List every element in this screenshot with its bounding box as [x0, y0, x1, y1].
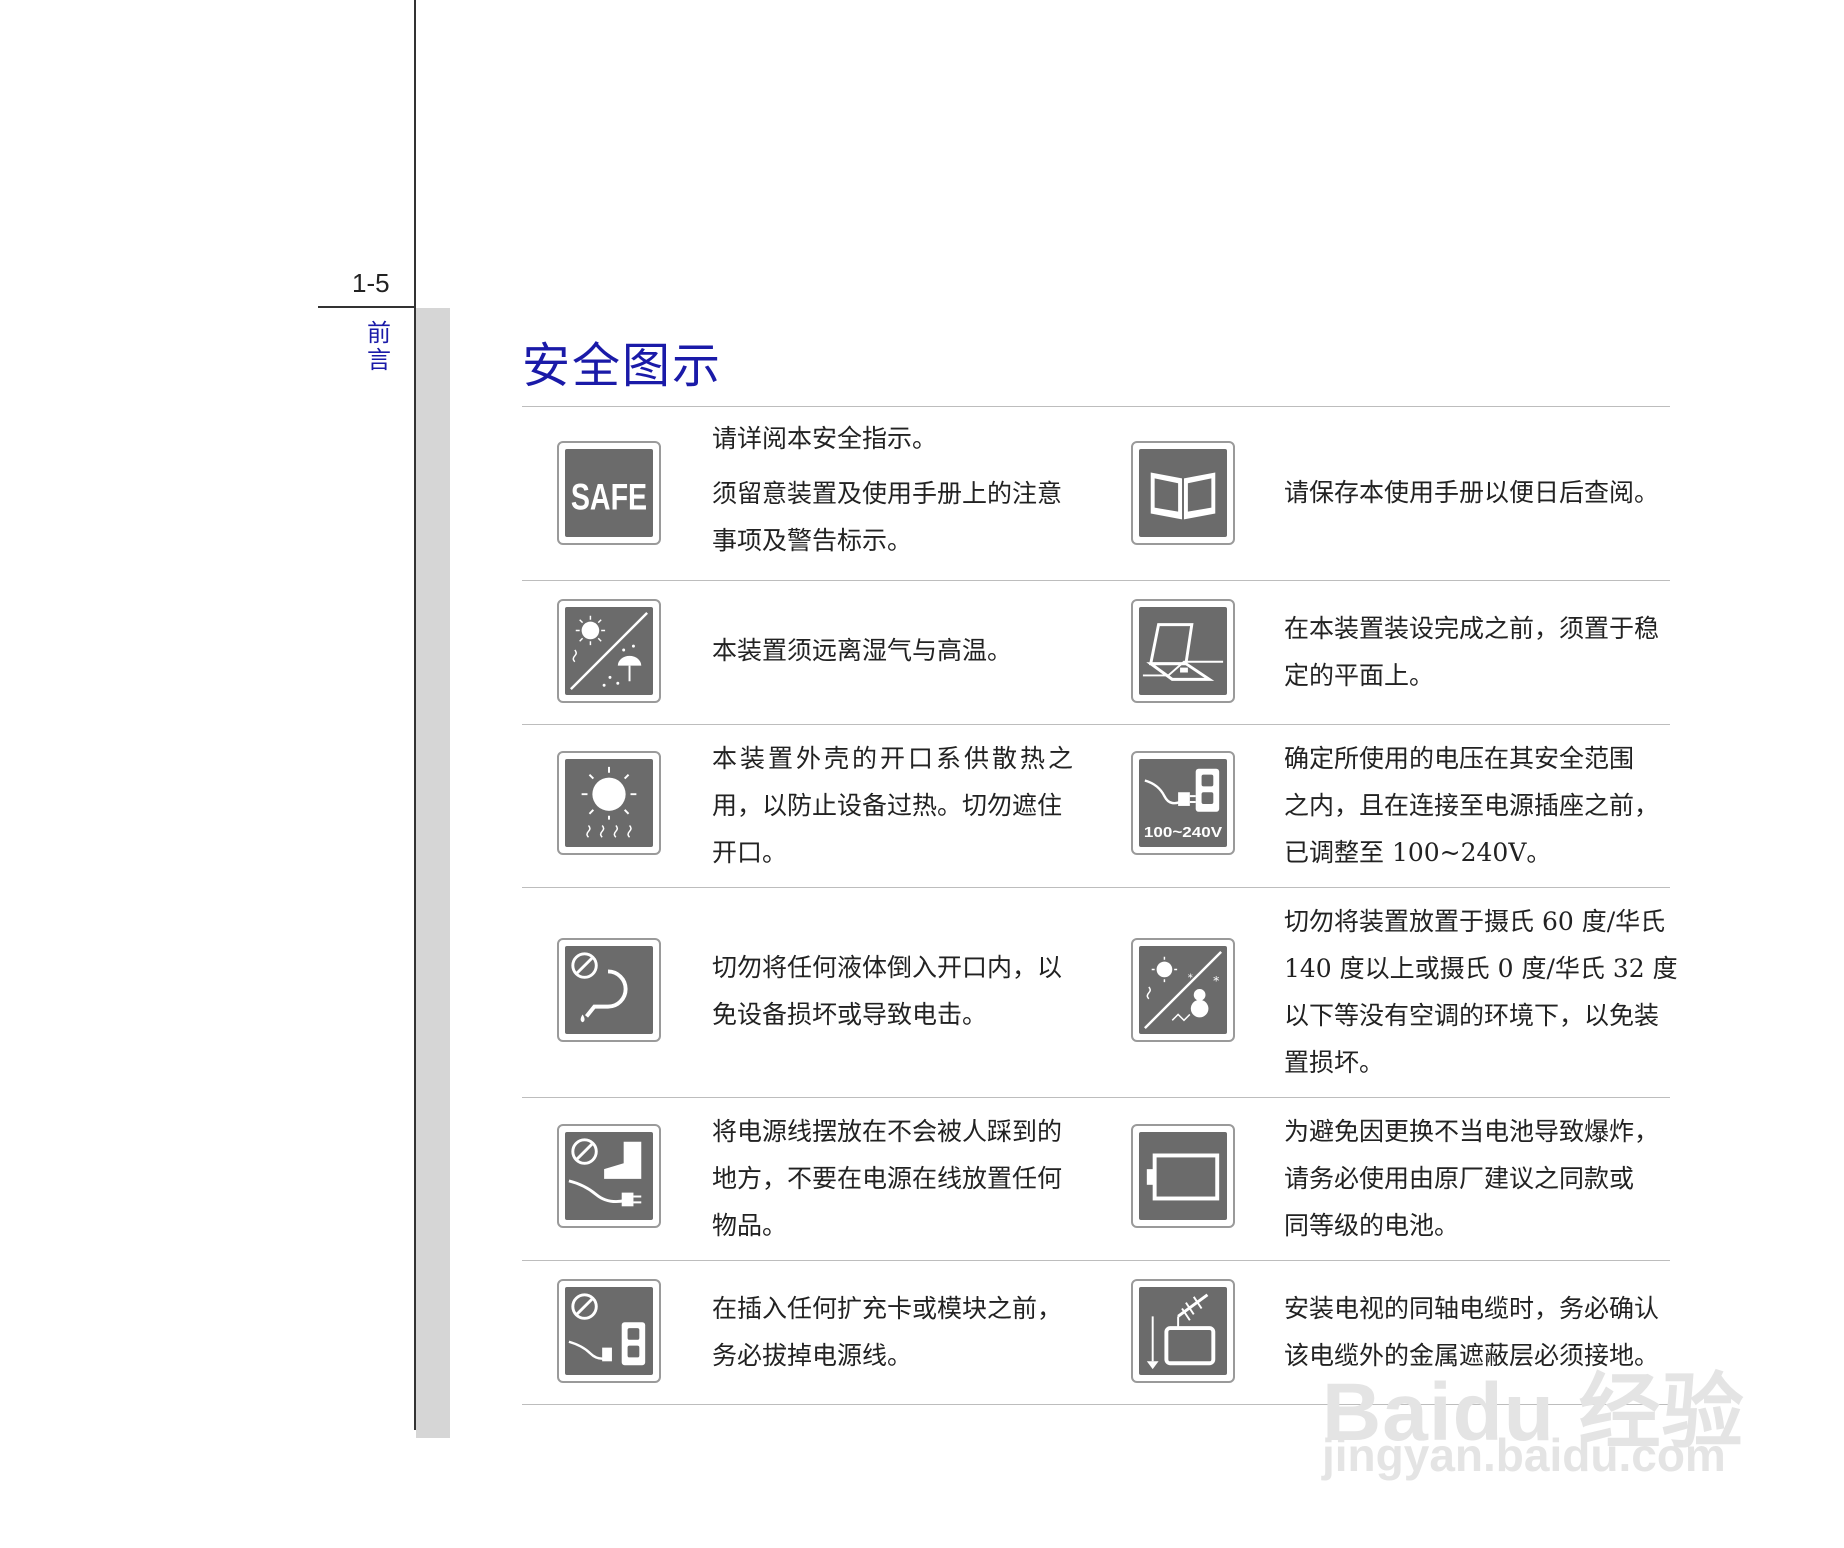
text-line: 请务必使用由原厂建议之同款或: [1284, 1164, 1635, 1193]
text-line: 确定所使用的电压在其安全范围: [1284, 744, 1635, 773]
safety-text: 切勿将装置放置于摄氏 60 度/华氏 140 度以上或摄氏 0 度/华氏 32 …: [1284, 898, 1684, 1086]
safety-text: 本装置须远离湿气与高温。: [712, 627, 1097, 674]
table-row: 本装置须远离湿气与高温。 在本装置装设完成之前，须置于稳 定的平面上。: [522, 580, 1670, 724]
no-liquid-icon: [557, 938, 661, 1042]
text-line: 在本装置装设完成之前，须置于稳: [1284, 614, 1660, 643]
safety-text: 为避免因更换不当电池导致爆炸， 请务必使用由原厂建议之同款或 同等级的电池。: [1284, 1108, 1684, 1249]
text-line: 置损坏。: [1284, 1048, 1385, 1077]
text-line: 务必拔掉电源线。: [712, 1341, 913, 1370]
svg-text:SAFE: SAFE: [571, 476, 647, 518]
page-number: 1-5: [352, 268, 390, 298]
table-row: 切勿将任何液体倒入开口内，以 免设备损坏或导致电击。 * * 切勿将装置放置于摄…: [522, 887, 1678, 1097]
text-line: 已调整至 100~240V。: [1284, 838, 1552, 867]
unplug-before-install-icon: [557, 1279, 661, 1383]
margin-gray-strip: [416, 308, 450, 1438]
text-line: 请详阅本安全指示。: [712, 424, 938, 453]
heat-humidity-icon: [557, 599, 661, 703]
safety-text: 将电源线摆放在不会被人踩到的 地方，不要在电源在线放置任何 物品。: [712, 1108, 1097, 1249]
margin-horizontal-rule: [318, 306, 416, 308]
text-line: 为避免因更换不当电池导致爆炸，: [1284, 1117, 1660, 1146]
text-line: 定的平面上。: [1284, 661, 1435, 690]
table-row: 将电源线摆放在不会被人踩到的 地方，不要在电源在线放置任何 物品。 为避免因更换…: [522, 1097, 1670, 1260]
text-line: 免设备损坏或导致电击。: [712, 1000, 988, 1029]
text-line: 本装置须远离湿气与高温。: [712, 636, 1013, 665]
text-line: 物品。: [712, 1211, 788, 1240]
safety-text: 切勿将任何液体倒入开口内，以 免设备损坏或导致电击。: [712, 944, 1097, 1038]
text-line: 以下等没有空调的环境下，以免装: [1284, 1001, 1660, 1030]
safety-text: 请保存本使用手册以便日后查阅。: [1284, 469, 1684, 516]
svg-text:100~240V: 100~240V: [1144, 825, 1222, 841]
safety-text: 在插入任何扩充卡或模块之前， 务必拔掉电源线。: [712, 1285, 1097, 1379]
voltage-outlet-icon: 100~240V: [1131, 751, 1235, 855]
laptop-flat-surface-icon: [1131, 599, 1235, 703]
ventilation-heat-icon: [557, 751, 661, 855]
safe-icon: SAFE: [557, 441, 661, 545]
text-line: 地方，不要在电源在线放置任何: [712, 1164, 1063, 1193]
page-title: 安全图示: [522, 338, 723, 394]
text-line: 开口。: [712, 838, 788, 867]
svg-text:*: *: [1213, 974, 1219, 988]
text-line: 同等级的电池。: [1284, 1211, 1460, 1240]
safety-text: 请详阅本安全指示。 须留意装置及使用手册上的注意 事项及警告标示。: [712, 415, 1097, 564]
temperature-range-icon: * *: [1131, 938, 1235, 1042]
text-line: 切勿将任何液体倒入开口内，以: [712, 953, 1063, 982]
text-line: 切勿将装置放置于摄氏 60 度/华氏: [1284, 907, 1666, 936]
manual-book-icon: [1131, 441, 1235, 545]
section-label: 前言: [367, 319, 391, 374]
baidu-watermark-url: jingyan.baidu.com: [1322, 1429, 1726, 1481]
safety-text: 本装置外壳的开口系供散热之 用，以防止设备过热。切勿遮住 开口。: [712, 735, 1097, 876]
text-line: 在插入任何扩充卡或模块之前，: [712, 1294, 1063, 1323]
battery-icon: [1131, 1124, 1235, 1228]
safety-text: 确定所使用的电压在其安全范围 之内，且在连接至电源插座之前， 已调整至 100~…: [1284, 735, 1684, 876]
text-line: 之内，且在连接至电源插座之前，: [1284, 791, 1660, 820]
text-line: 须留意装置及使用手册上的注意: [712, 479, 1063, 508]
table-row: 本装置外壳的开口系供散热之 用，以防止设备过热。切勿遮住 开口。 100~240…: [522, 724, 1670, 887]
svg-text:*: *: [1188, 973, 1193, 984]
safety-icon-table: SAFE 请详阅本安全指示。 须留意装置及使用手册上的注意 事项及警告标示。 请…: [522, 406, 1678, 1405]
tv-antenna-ground-icon: [1131, 1279, 1235, 1383]
text-line: 用，以防止设备过热。切勿遮住: [712, 791, 1063, 820]
text-line: 请保存本使用手册以便日后查阅。: [1284, 478, 1660, 507]
text-line: 事项及警告标示。: [712, 526, 913, 555]
text-line: 本装置外壳的开口系供散热之: [712, 744, 1077, 773]
text-line: 将电源线摆放在不会被人踩到的: [712, 1117, 1063, 1146]
table-row: SAFE 请详阅本安全指示。 须留意装置及使用手册上的注意 事项及警告标示。 请…: [522, 406, 1670, 580]
safety-text: 在本装置装设完成之前，须置于稳 定的平面上。: [1284, 605, 1684, 699]
text-line: 安装电视的同轴电缆时，务必确认: [1284, 1294, 1660, 1323]
no-step-cord-icon: [557, 1124, 661, 1228]
text-line: 140 度以上或摄氏 0 度/华氏 32 度: [1284, 954, 1678, 983]
